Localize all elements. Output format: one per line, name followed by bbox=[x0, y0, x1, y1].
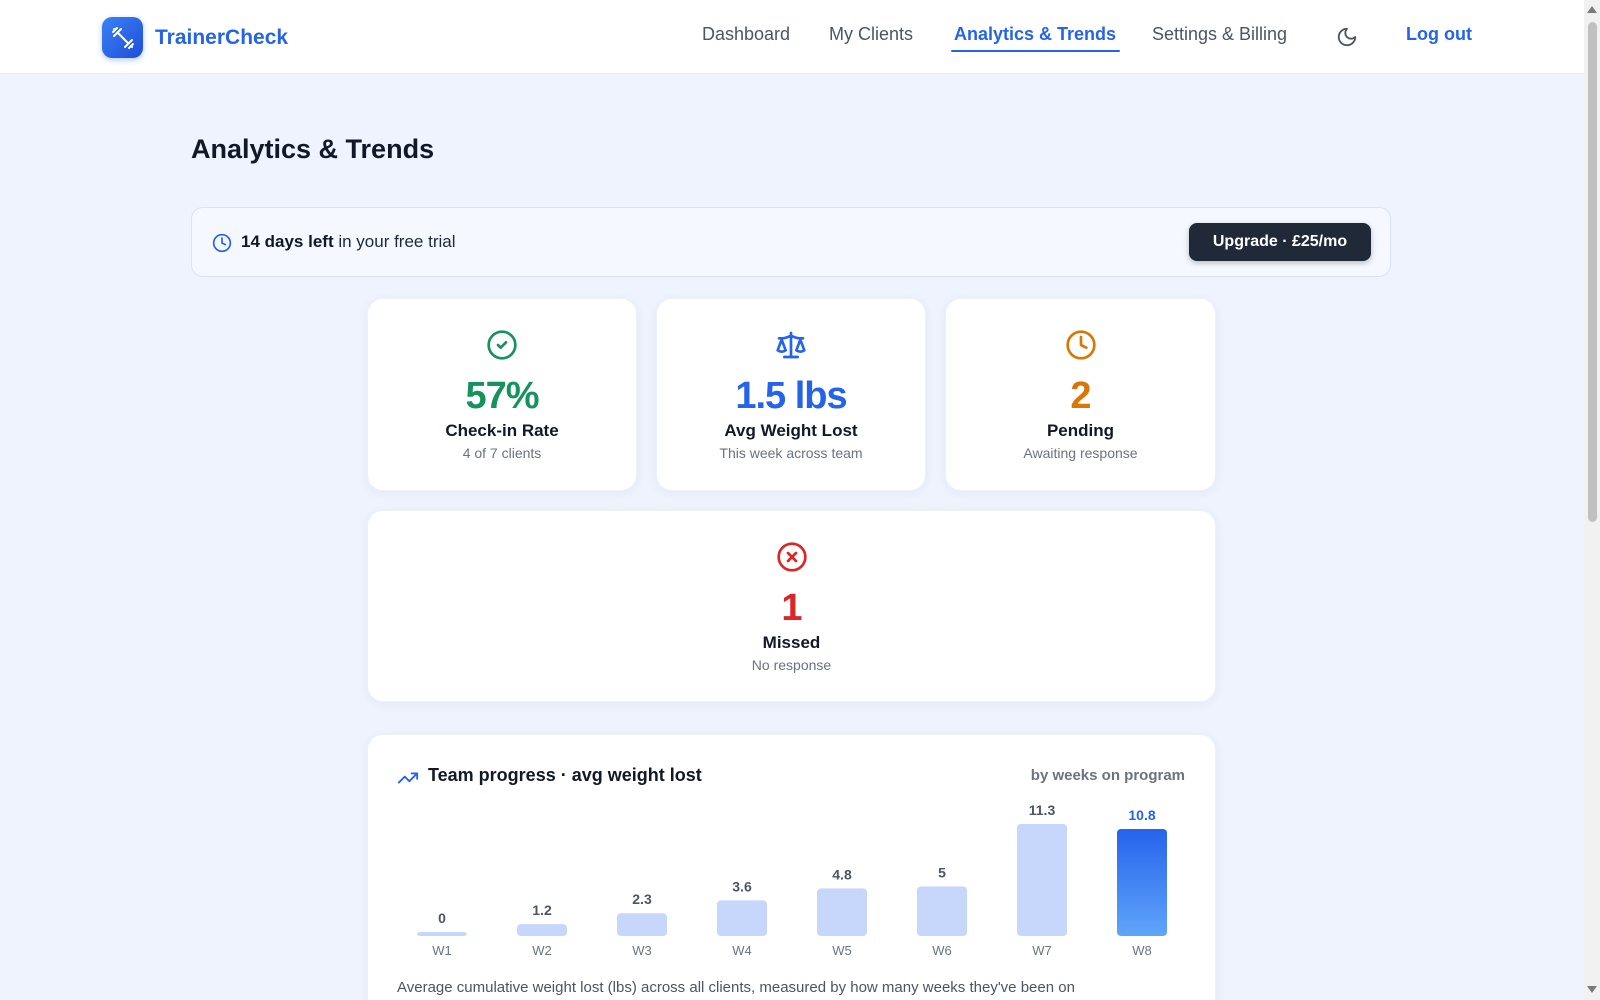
stat-card-missed: 1 Missed No response bbox=[367, 510, 1216, 702]
upgrade-button[interactable]: Upgrade · £25/mo bbox=[1189, 223, 1371, 261]
scroll-thumb[interactable] bbox=[1588, 22, 1597, 522]
nav-item-dashboard[interactable]: Dashboard bbox=[702, 24, 790, 45]
chart-bar-w4 bbox=[717, 900, 767, 936]
check-circle-icon bbox=[486, 329, 518, 366]
logout-link[interactable]: Log out bbox=[1406, 24, 1472, 45]
stat-label: Pending bbox=[1046, 421, 1115, 440]
x-circle-icon bbox=[776, 541, 808, 578]
chart-bar-w7 bbox=[1017, 824, 1067, 936]
stat-card-check-in-rate: 57% Check-in Rate 4 of 7 clients bbox=[367, 298, 637, 491]
page-scrollbar[interactable] bbox=[1584, 0, 1600, 1000]
page-title: Analytics & Trends bbox=[191, 134, 435, 164]
active-tab-indicator bbox=[951, 50, 1120, 52]
stat-label: Avg Weight Lost bbox=[724, 421, 858, 440]
chart-category-label: W1 bbox=[432, 943, 452, 958]
trial-message: 14 days left in your free trial bbox=[241, 232, 456, 252]
chart-bar-w1 bbox=[417, 932, 467, 936]
top-navigation-bar: TrainerCheck Dashboard My Clients Analyt… bbox=[0, 0, 1584, 74]
chart-bar-w3 bbox=[617, 913, 667, 936]
chart-category-label: W4 bbox=[732, 943, 752, 958]
trial-days-left: 14 days left bbox=[241, 232, 334, 251]
chart-value-label: 5 bbox=[938, 864, 946, 880]
scroll-up-arrow-icon[interactable] bbox=[1587, 6, 1597, 13]
stat-value: 1.5 lbs bbox=[735, 375, 847, 417]
stat-sub: 4 of 7 clients bbox=[462, 445, 542, 461]
chart-category-label: W7 bbox=[1032, 943, 1052, 958]
chart-title: Team progress · avg weight lost bbox=[428, 765, 702, 785]
chart-value-label: 3.6 bbox=[732, 878, 752, 894]
team-progress-card: Team progress · avg weight lost by weeks… bbox=[367, 734, 1216, 1000]
chart-category-label: W8 bbox=[1132, 943, 1152, 958]
scroll-down-arrow-icon[interactable] bbox=[1587, 986, 1597, 993]
moon-icon[interactable] bbox=[1336, 26, 1358, 53]
stat-value: 57% bbox=[465, 375, 539, 417]
stat-value: 1 bbox=[781, 587, 802, 629]
trial-banner: 14 days left in your free trial Upgrade … bbox=[191, 207, 1391, 277]
scale-icon bbox=[775, 329, 807, 366]
chart-value-label: 11.3 bbox=[1029, 802, 1056, 818]
stat-card-pending: 2 Pending Awaiting response bbox=[945, 298, 1216, 491]
nav-item-settings-billing[interactable]: Settings & Billing bbox=[1152, 24, 1287, 45]
chart-value-label: 0 bbox=[438, 910, 446, 926]
stat-card-avg-weight-lost: 1.5 lbs Avg Weight Lost This week across… bbox=[656, 298, 926, 491]
trial-suffix: in your free trial bbox=[333, 232, 456, 251]
stat-sub: Awaiting response bbox=[1023, 445, 1138, 461]
nav-item-analytics-trends[interactable]: Analytics & Trends bbox=[954, 24, 1116, 45]
chart-value-label: 10.8 bbox=[1128, 807, 1155, 823]
main-nav: Dashboard My Clients Analytics & Trends … bbox=[0, 0, 1584, 74]
chart-category-label: W5 bbox=[832, 943, 852, 958]
nav-item-my-clients[interactable]: My Clients bbox=[829, 24, 913, 45]
stat-sub: No response bbox=[751, 657, 832, 673]
chart-value-label: 2.3 bbox=[632, 891, 652, 907]
stat-label: Check-in Rate bbox=[445, 421, 559, 440]
clock-icon bbox=[212, 233, 232, 258]
chart-category-label: W3 bbox=[632, 943, 652, 958]
chart-grouping-label: by weeks on program bbox=[1030, 767, 1185, 784]
chart-bar-w5 bbox=[817, 888, 867, 936]
chart-bar-w8 bbox=[1117, 828, 1167, 936]
stat-value: 2 bbox=[1070, 375, 1091, 417]
weight-lost-bar-chart: 0 W1 1.2 W2 2.3 W3 3.6 W4 4.8 W5 5 W6 11.3 W7 10.8 W8 bbox=[417, 802, 1167, 958]
chart-category-label: W6 bbox=[932, 943, 952, 958]
clock-icon bbox=[1065, 329, 1097, 366]
stat-sub: This week across team bbox=[719, 445, 863, 461]
stat-label: Missed bbox=[762, 633, 821, 652]
chart-value-label: 4.8 bbox=[832, 866, 852, 882]
chart-category-label: W2 bbox=[532, 943, 552, 958]
chart-description: Average cumulative weight lost (lbs) acr… bbox=[397, 979, 1075, 996]
chart-value-label: 1.2 bbox=[532, 902, 552, 918]
chart-bar-w6 bbox=[917, 886, 967, 936]
chart-bar-w2 bbox=[517, 924, 567, 936]
